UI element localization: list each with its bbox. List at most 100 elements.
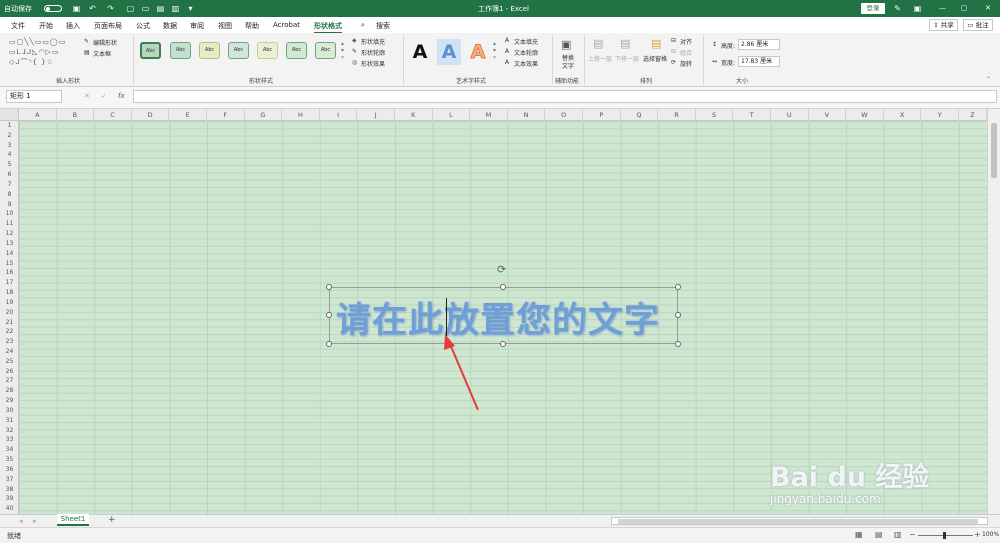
tab-acrobat[interactable]: Acrobat: [273, 21, 300, 29]
row-header[interactable]: 32: [0, 426, 19, 436]
column-header[interactable]: U: [771, 109, 809, 121]
zoom-slider-thumb[interactable]: [943, 532, 946, 539]
print-preview-icon[interactable]: ▤: [156, 4, 165, 13]
add-sheet-button[interactable]: +: [108, 515, 116, 525]
shape-style-7[interactable]: Abc: [315, 42, 336, 59]
wordart-style-blue[interactable]: A: [437, 39, 461, 65]
send-backward-icon[interactable]: ▤: [620, 37, 630, 50]
row-header[interactable]: 35: [0, 455, 19, 465]
row-header[interactable]: 13: [0, 239, 19, 249]
tab-page-layout[interactable]: 页面布局: [94, 21, 122, 31]
shape-outline-button[interactable]: 形状轮廓: [361, 48, 385, 57]
column-header[interactable]: T: [733, 109, 771, 121]
pen-icon[interactable]: ✎: [893, 4, 902, 13]
column-header[interactable]: O: [545, 109, 583, 121]
row-header[interactable]: 29: [0, 396, 19, 406]
resize-handle-top-right[interactable]: [675, 284, 681, 290]
text-fill-icon[interactable]: A: [505, 37, 509, 44]
sheet-tab[interactable]: Sheet1: [57, 514, 89, 526]
align-button[interactable]: 对齐: [680, 37, 692, 46]
text-effects-icon[interactable]: A: [505, 59, 509, 66]
column-header[interactable]: G: [245, 109, 283, 121]
row-header[interactable]: 17: [0, 278, 19, 288]
sheet-scroll-left-icon[interactable]: ◂: [19, 517, 23, 525]
row-header[interactable]: 36: [0, 465, 19, 475]
zoom-level[interactable]: 100%: [982, 531, 999, 538]
sheet-scroll-right-icon[interactable]: ▸: [33, 517, 37, 525]
zoom-out-button[interactable]: −: [909, 530, 916, 539]
shape-style-3[interactable]: Abc: [199, 42, 220, 59]
restore-button[interactable]: ▢: [961, 4, 968, 12]
wordart-style-orange[interactable]: A: [466, 39, 490, 65]
row-header[interactable]: 18: [0, 288, 19, 298]
text-outline-button[interactable]: 文本轮廓: [514, 48, 538, 57]
resize-handle-left[interactable]: [326, 312, 332, 318]
bring-forward-icon[interactable]: ▤: [593, 37, 603, 50]
wordart-scroll-icon[interactable]: ▴ ▾ ▿: [493, 40, 496, 61]
print-icon[interactable]: ▥: [171, 4, 180, 13]
bring-forward-button[interactable]: 上移一层: [588, 54, 612, 63]
row-header[interactable]: 8: [0, 190, 19, 200]
tab-formulas[interactable]: 公式: [136, 21, 150, 31]
close-button[interactable]: ✕: [985, 4, 991, 12]
text-effects-button[interactable]: 文本效果: [514, 59, 538, 68]
share-button[interactable]: ⇪ 共享: [929, 19, 958, 31]
insert-function-icon[interactable]: fx: [118, 92, 125, 100]
tab-review[interactable]: 审阅: [190, 21, 204, 31]
shapes-gallery[interactable]: ▭▢╲╲▭▭◯▭ ▭ᒪᒧᒍ◺◠▷▭ ◇ᒍ⌒◝{ }☆: [9, 37, 77, 67]
rotate-button[interactable]: 旋转: [680, 59, 692, 68]
shape-style-2[interactable]: Abc: [170, 42, 191, 59]
resize-handle-top[interactable]: [500, 284, 506, 290]
column-header[interactable]: F: [207, 109, 245, 121]
tab-data[interactable]: 数据: [163, 21, 177, 31]
send-backward-button[interactable]: 下移一层: [615, 54, 639, 63]
row-header[interactable]: 33: [0, 435, 19, 445]
shape-style-4[interactable]: Abc: [228, 42, 249, 59]
column-header[interactable]: X: [884, 109, 922, 121]
shape-outline-icon[interactable]: ✎: [352, 48, 357, 55]
alt-text-line2[interactable]: 文字: [562, 61, 574, 70]
row-header[interactable]: 4: [0, 150, 19, 160]
column-header[interactable]: P: [583, 109, 621, 121]
row-header[interactable]: 10: [0, 209, 19, 219]
row-header[interactable]: 3: [0, 141, 19, 151]
enter-icon[interactable]: ✓: [101, 92, 107, 100]
minimize-button[interactable]: —: [939, 4, 946, 12]
selection-pane-icon[interactable]: ▤: [651, 37, 661, 50]
page-break-view-icon[interactable]: ▥: [894, 530, 902, 539]
zoom-slider[interactable]: [918, 532, 973, 539]
column-header[interactable]: W: [846, 109, 884, 121]
row-header[interactable]: 9: [0, 200, 19, 210]
row-header[interactable]: 11: [0, 219, 19, 229]
text-box-button[interactable]: 文本框: [93, 49, 111, 58]
undo-icon[interactable]: ↶: [88, 4, 97, 13]
row-header[interactable]: 37: [0, 475, 19, 485]
normal-view-icon[interactable]: ▦: [855, 530, 863, 539]
row-header[interactable]: 27: [0, 376, 19, 386]
column-header[interactable]: E: [169, 109, 207, 121]
row-header[interactable]: 30: [0, 406, 19, 416]
search-icon[interactable]: ⌕: [361, 21, 365, 30]
selection-pane-button[interactable]: 选择窗格: [643, 54, 667, 63]
column-header[interactable]: L: [433, 109, 471, 121]
row-header[interactable]: 2: [0, 131, 19, 141]
row-header[interactable]: 21: [0, 318, 19, 328]
vertical-scrollbar[interactable]: [987, 109, 1000, 514]
shape-style-6[interactable]: Abc: [286, 42, 307, 59]
shape-text[interactable]: 请在此放置您的文字: [336, 292, 660, 343]
redo-icon[interactable]: ↷: [106, 4, 115, 13]
column-header[interactable]: Z: [959, 109, 987, 121]
row-header[interactable]: 7: [0, 180, 19, 190]
shape-style-1[interactable]: Abc: [140, 42, 161, 59]
column-header[interactable]: J: [357, 109, 395, 121]
row-header[interactable]: 16: [0, 268, 19, 278]
column-header[interactable]: I: [320, 109, 358, 121]
row-header[interactable]: 40: [0, 504, 19, 514]
horizontal-scrollbar[interactable]: [611, 517, 988, 525]
tab-file[interactable]: 文件: [11, 21, 25, 31]
resize-handle-top-left[interactable]: [326, 284, 332, 290]
new-file-icon[interactable]: ▢: [126, 4, 135, 13]
alt-text-icon[interactable]: ▣: [561, 38, 571, 51]
formula-input[interactable]: [133, 90, 997, 103]
autosave-toggle[interactable]: [44, 5, 62, 12]
